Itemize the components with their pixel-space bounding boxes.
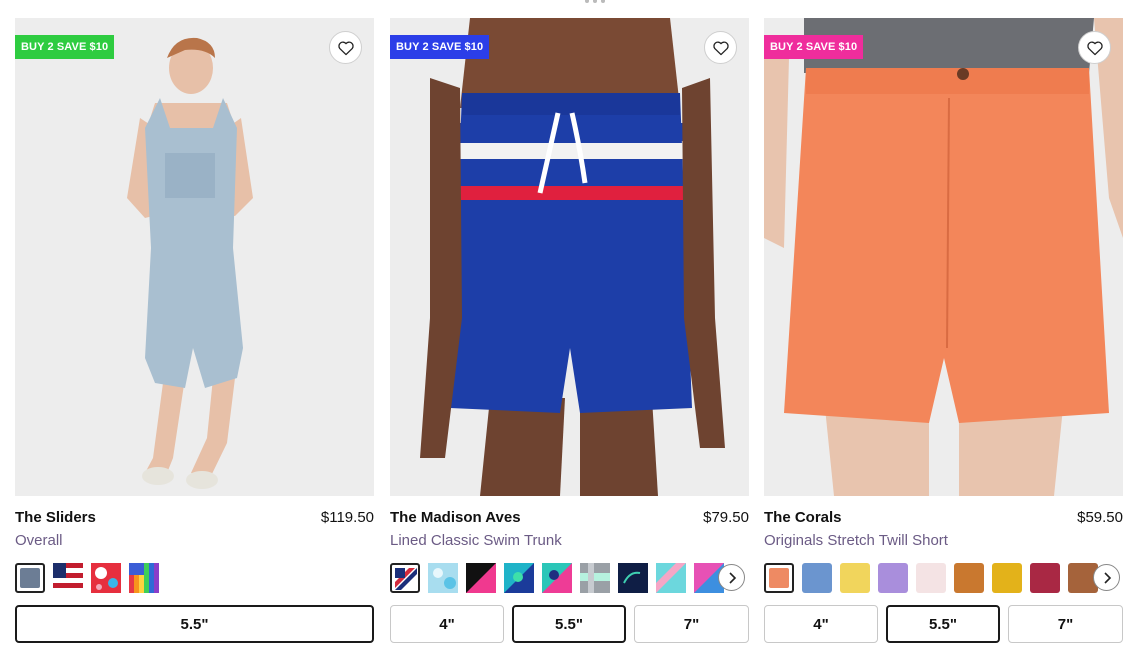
- chevron-right-icon[interactable]: [1093, 564, 1120, 591]
- product-subtitle: Originals Stretch Twill Short: [764, 532, 948, 549]
- product-subtitle: Lined Classic Swim Trunk: [390, 532, 562, 549]
- size-option[interactable]: 7": [1008, 605, 1123, 643]
- color-swatches: [15, 563, 374, 593]
- swatch-burgundy[interactable]: [1030, 563, 1060, 593]
- color-swatches: [390, 563, 749, 593]
- size-option[interactable]: 7": [634, 605, 749, 643]
- swatch-teal-blue-pattern[interactable]: [504, 563, 534, 593]
- swatch-black-pink[interactable]: [466, 563, 496, 593]
- product-card-sliders[interactable]: BUY 2 SAVE $10 The Sliders $119.50 Overa…: [15, 18, 374, 646]
- product-name[interactable]: The Sliders: [15, 509, 96, 526]
- size-option[interactable]: 5.5": [512, 605, 626, 643]
- swatch-red-tie-dye[interactable]: [91, 563, 121, 593]
- size-selector: 5.5": [15, 605, 374, 643]
- swatch-blush[interactable]: [916, 563, 946, 593]
- product-card-corals[interactable]: BUY 2 SAVE $10 The Corals $59.50 Origina…: [764, 18, 1123, 646]
- wishlist-heart-icon[interactable]: [704, 31, 737, 64]
- swatch-light-blue-pattern[interactable]: [428, 563, 458, 593]
- product-subtitle: Overall: [15, 532, 63, 549]
- swatch-pink-aqua[interactable]: [656, 563, 686, 593]
- swatch-blue[interactable]: [802, 563, 832, 593]
- size-selector: 4" 5.5" 7": [390, 605, 749, 643]
- product-price: $119.50: [320, 509, 374, 526]
- size-option[interactable]: 4": [390, 605, 504, 643]
- color-swatches: [764, 563, 1123, 593]
- promo-badge: BUY 2 SAVE $10: [764, 35, 864, 59]
- product-name[interactable]: The Corals: [764, 509, 842, 526]
- swatch-pink-teal-pattern[interactable]: [542, 563, 572, 593]
- swatch-yellow[interactable]: [840, 563, 870, 593]
- product-image[interactable]: BUY 2 SAVE $10: [15, 18, 374, 496]
- swatch-gray-mint-pattern[interactable]: [580, 563, 610, 593]
- product-card-madison-aves[interactable]: BUY 2 SAVE $10 The Madison Aves $79.50 L…: [390, 18, 749, 646]
- size-option[interactable]: 5.5": [886, 605, 1000, 643]
- product-price: $79.50: [703, 509, 749, 526]
- swatch-lavender[interactable]: [878, 563, 908, 593]
- product-name[interactable]: The Madison Aves: [390, 509, 521, 526]
- swatch-flag-stripes[interactable]: [53, 563, 83, 593]
- wishlist-heart-icon[interactable]: [329, 31, 362, 64]
- swatch-denim[interactable]: [15, 563, 45, 593]
- swatch-coral[interactable]: [764, 563, 794, 593]
- swatch-gold[interactable]: [992, 563, 1022, 593]
- promo-badge: BUY 2 SAVE $10: [390, 35, 490, 59]
- product-image[interactable]: BUY 2 SAVE $10: [390, 18, 749, 496]
- size-selector: 4" 5.5" 7": [764, 605, 1123, 643]
- product-price: $59.50: [1077, 509, 1123, 526]
- swatch-navy-red-stripes[interactable]: [390, 563, 420, 593]
- size-option[interactable]: 4": [764, 605, 878, 643]
- swatch-tan[interactable]: [954, 563, 984, 593]
- swatch-rainbow-stripes[interactable]: [129, 563, 159, 593]
- size-option[interactable]: 5.5": [15, 605, 374, 643]
- swatch-navy-pattern[interactable]: [618, 563, 648, 593]
- wishlist-heart-icon[interactable]: [1078, 31, 1111, 64]
- chevron-right-icon[interactable]: [718, 564, 745, 591]
- promo-badge: BUY 2 SAVE $10: [15, 35, 115, 59]
- carousel-pager: [585, 0, 607, 4]
- product-image[interactable]: BUY 2 SAVE $10: [764, 18, 1123, 496]
